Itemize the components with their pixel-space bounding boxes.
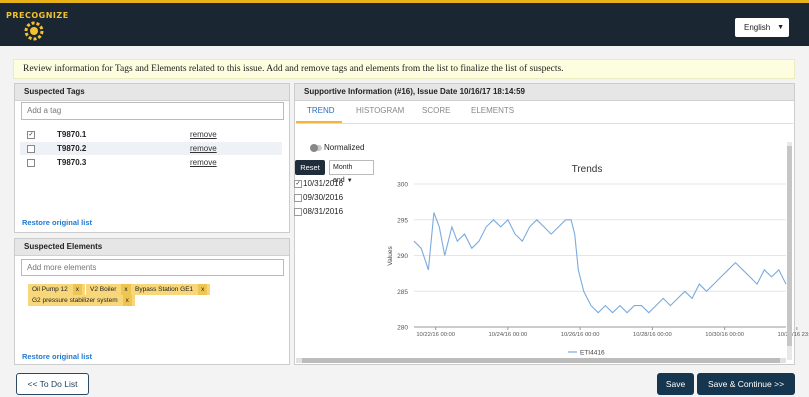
element-chip: Bypass Station GE1 x xyxy=(131,284,211,295)
y-tick-label: 295 xyxy=(397,217,408,224)
date-label: 08/31/2016 xyxy=(303,207,344,216)
remove-chip-button[interactable]: x xyxy=(72,284,83,295)
date-checkbox[interactable]: ✓ xyxy=(294,179,302,188)
remove-tag-link[interactable]: remove xyxy=(190,128,217,141)
tag-row: T9870.2 remove xyxy=(20,142,282,155)
remove-tag-link[interactable]: remove xyxy=(190,142,217,155)
date-checkbox[interactable] xyxy=(294,207,302,216)
scroll-thumb[interactable] xyxy=(787,146,792,346)
to-do-list-button[interactable]: << To Do List xyxy=(16,373,89,395)
trend-chart: Trends 280 285 290 295 300 Values 10/22/16 00:0… xyxy=(387,164,809,357)
date-filter-row[interactable]: 09/30/2016 xyxy=(294,193,343,202)
y-tick-label: 280 xyxy=(397,325,408,332)
series-line xyxy=(413,212,787,314)
x-tick-label: 10/22/16 00:00 xyxy=(416,332,455,338)
x-tick-label: 10/31/16 23:00 xyxy=(777,332,809,338)
chip-label: Bypass Station GE1 xyxy=(135,286,194,293)
element-chip: Oil Pump 12 x xyxy=(28,284,86,295)
chip-label: V2 Boiler xyxy=(90,286,117,293)
legend-label: ETI4416 xyxy=(580,350,605,357)
tag-row: ✓ T9870.1 remove xyxy=(20,128,282,141)
chip-label: G2 pressure stabilizer system xyxy=(32,297,118,304)
date-checkbox[interactable] xyxy=(294,193,302,202)
y-tick-label: 300 xyxy=(397,182,408,189)
tag-name: T9870.3 xyxy=(57,158,87,167)
y-tick-label: 290 xyxy=(397,253,408,260)
remove-chip-button[interactable]: x xyxy=(122,295,132,306)
chart-title: Trends xyxy=(572,164,603,175)
date-filter-row[interactable]: ✓ 10/31/2016 xyxy=(294,179,343,188)
date-label: 10/31/2016 xyxy=(303,179,344,188)
tag-name: T9870.2 xyxy=(57,144,87,153)
x-tick-label: 10/30/16 00:00 xyxy=(705,332,744,338)
element-chip: G2 pressure stabilizer system x xyxy=(28,295,135,306)
y-axis-label: Values xyxy=(387,246,394,266)
element-chip: V2 Boiler x xyxy=(86,284,134,295)
x-tick-label: 10/28/16 00:00 xyxy=(633,332,672,338)
tag-checkbox[interactable]: ✓ xyxy=(27,131,35,139)
tag-checkbox[interactable] xyxy=(27,145,35,153)
horizontal-scrollbar[interactable] xyxy=(296,358,786,363)
save-continue-button[interactable]: Save & Continue >> xyxy=(697,373,795,395)
x-tick-label: 10/26/16 00:00 xyxy=(561,332,600,338)
scroll-thumb[interactable] xyxy=(302,358,780,363)
x-tick-label: 10/24/16 00:00 xyxy=(489,332,528,338)
date-filter-row[interactable]: 08/31/2016 xyxy=(294,207,343,216)
y-tick-label: 285 xyxy=(397,289,408,296)
tag-checkbox[interactable] xyxy=(27,159,35,167)
vertical-scrollbar[interactable] xyxy=(787,142,792,360)
tag-row: T9870.3 remove xyxy=(20,156,282,169)
remove-tag-link[interactable]: remove xyxy=(190,156,217,169)
remove-chip-button[interactable]: x xyxy=(198,284,208,295)
date-label: 09/30/2016 xyxy=(303,193,344,202)
tag-name: T9870.1 xyxy=(57,130,87,139)
chip-label: Oil Pump 12 xyxy=(32,286,68,293)
remove-chip-button[interactable]: x xyxy=(121,284,131,295)
save-button[interactable]: Save xyxy=(657,373,694,395)
